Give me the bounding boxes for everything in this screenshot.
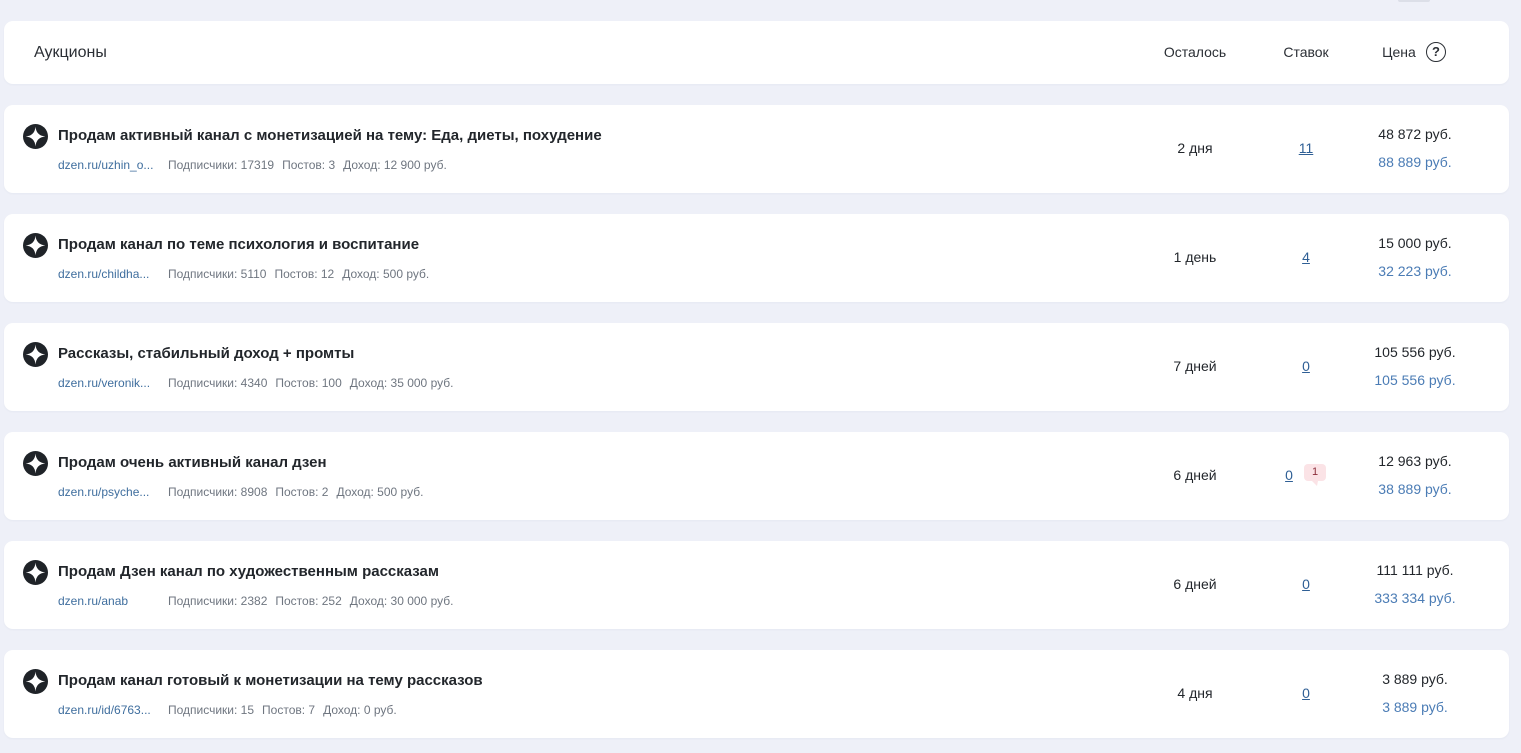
posts-count: Постов: 7 (262, 703, 316, 717)
dzen-logo-icon (23, 233, 48, 258)
auction-meta: dzen.ru/uzhin_o... Подписчики: 17319 Пос… (58, 158, 455, 172)
bids-cell: 11 (1256, 140, 1356, 156)
dzen-logo-icon (23, 451, 48, 476)
auction-title[interactable]: Продам очень активный канал дзен (58, 454, 327, 471)
income-value: Доход: 0 руб. (323, 703, 397, 717)
auction-title[interactable]: Продам канал готовый к монетизации на те… (58, 672, 483, 689)
income-value: Доход: 500 руб. (342, 267, 430, 281)
income-value: Доход: 30 000 руб. (349, 594, 454, 608)
auction-title[interactable]: Продам Дзен канал по художественным расс… (58, 563, 439, 580)
buyout-price[interactable]: 105 556 руб. (1345, 372, 1485, 388)
time-remaining: 1 день (1173, 249, 1217, 265)
posts-count: Постов: 252 (275, 594, 342, 608)
subscribers-count: Подписчики: 15 (168, 703, 255, 717)
auction-title[interactable]: Продам активный канал с монетизацией на … (58, 127, 602, 144)
channel-link[interactable]: dzen.ru/veronik... (58, 376, 157, 390)
bids-cell: 4 (1256, 249, 1356, 265)
auctions-header: Аукционы Осталось Ставок Цена ? (4, 21, 1509, 84)
posts-count: Постов: 3 (282, 158, 336, 172)
bids-cell: 0 (1256, 576, 1356, 592)
auction-meta: dzen.ru/anab Подписчики: 2382 Постов: 25… (58, 594, 461, 608)
auction-title[interactable]: Продам канал по теме психология и воспит… (58, 236, 419, 253)
dzen-logo-icon (23, 124, 48, 149)
time-remaining: 2 дня (1177, 140, 1213, 156)
auction-row: Продам активный канал с монетизацией на … (4, 105, 1509, 193)
posts-count: Постов: 12 (274, 267, 335, 281)
dzen-logo-icon (23, 560, 48, 585)
column-bids-header: Ставок (1283, 44, 1329, 60)
auction-meta: dzen.ru/childha... Подписчики: 5110 Пост… (58, 267, 437, 281)
current-price: 12 963 руб. (1378, 453, 1452, 469)
posts-count: Постов: 100 (275, 376, 342, 390)
current-price: 48 872 руб. (1378, 126, 1452, 142)
current-price: 111 111 руб. (1376, 562, 1454, 578)
page-title: Аукционы (34, 44, 107, 61)
buyout-price[interactable]: 32 223 руб. (1345, 263, 1485, 279)
bids-count-link[interactable]: 4 (1302, 249, 1310, 265)
dzen-logo-icon (23, 669, 48, 694)
column-remaining-header: Осталось (1163, 44, 1227, 60)
comments-badge[interactable]: 1 (1304, 464, 1326, 486)
auction-meta: dzen.ru/id/6763... Подписчики: 15 Постов… (58, 703, 405, 717)
subscribers-count: Подписчики: 2382 (168, 594, 268, 608)
current-price: 105 556 руб. (1374, 344, 1456, 360)
column-price-header: Цена (1382, 44, 1416, 60)
auction-row: Продам канал готовый к монетизации на те… (4, 650, 1509, 738)
auction-row: Рассказы, стабильный доход + промты dzen… (4, 323, 1509, 411)
time-remaining: 4 дня (1177, 685, 1213, 701)
subscribers-count: Подписчики: 5110 (168, 267, 267, 281)
auction-meta: dzen.ru/psyche... Подписчики: 8908 Посто… (58, 485, 431, 499)
subscribers-count: Подписчики: 4340 (168, 376, 268, 390)
time-remaining: 6 дней (1173, 576, 1217, 592)
bids-cell: 0 (1256, 358, 1356, 374)
income-value: Доход: 35 000 руб. (349, 376, 454, 390)
subscribers-count: Подписчики: 17319 (168, 158, 275, 172)
auction-meta: dzen.ru/veronik... Подписчики: 4340 Пост… (58, 376, 461, 390)
buyout-price[interactable]: 3 889 руб. (1345, 699, 1485, 715)
auction-title[interactable]: Рассказы, стабильный доход + промты (58, 345, 354, 362)
buyout-price[interactable]: 333 334 руб. (1345, 590, 1485, 606)
current-price: 3 889 руб. (1382, 671, 1448, 687)
time-remaining: 7 дней (1173, 358, 1217, 374)
bids-count-link[interactable]: 0 (1302, 685, 1310, 701)
auction-row: Продам Дзен канал по художественным расс… (4, 541, 1509, 629)
channel-link[interactable]: dzen.ru/id/6763... (58, 703, 157, 717)
buyout-price[interactable]: 38 889 руб. (1345, 481, 1485, 497)
bids-count-link[interactable]: 0 (1285, 467, 1293, 483)
subscribers-count: Подписчики: 8908 (168, 485, 268, 499)
posts-count: Постов: 2 (275, 485, 329, 499)
bids-count-link[interactable]: 11 (1299, 140, 1314, 156)
help-icon[interactable]: ? (1426, 42, 1446, 62)
channel-link[interactable]: dzen.ru/anab (58, 594, 157, 608)
time-remaining: 6 дней (1173, 467, 1217, 483)
dzen-logo-icon (23, 342, 48, 367)
income-value: Доход: 12 900 руб. (343, 158, 447, 172)
top-tab-handle (1398, 0, 1430, 2)
auction-row: Продам канал по теме психология и воспит… (4, 214, 1509, 302)
current-price: 15 000 руб. (1378, 235, 1452, 251)
bids-count-link[interactable]: 0 (1302, 576, 1310, 592)
channel-link[interactable]: dzen.ru/childha... (58, 267, 157, 281)
income-value: Доход: 500 руб. (336, 485, 424, 499)
buyout-price[interactable]: 88 889 руб. (1345, 154, 1485, 170)
channel-link[interactable]: dzen.ru/uzhin_o... (58, 158, 157, 172)
bids-count-link[interactable]: 0 (1302, 358, 1310, 374)
channel-link[interactable]: dzen.ru/psyche... (58, 485, 157, 499)
auction-row: Продам очень активный канал дзен dzen.ru… (4, 432, 1509, 520)
bids-cell: 0 (1256, 685, 1356, 701)
